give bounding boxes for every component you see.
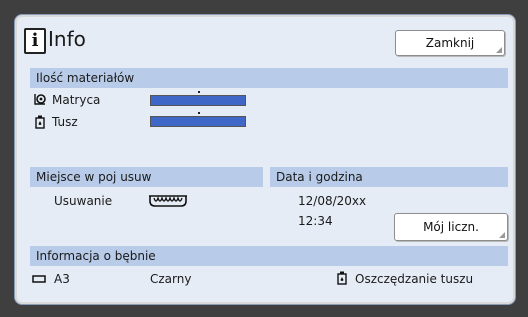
disposal-box-icon bbox=[149, 195, 187, 207]
drum-size: A3 bbox=[54, 272, 70, 286]
ink-level-fill bbox=[151, 117, 245, 126]
paper-size-icon bbox=[32, 275, 46, 283]
ink-level-bar bbox=[150, 116, 246, 127]
ink-level-marker bbox=[198, 112, 200, 114]
close-button-label: Zamknij bbox=[425, 36, 475, 50]
master-icon bbox=[34, 94, 46, 105]
ink-label: Tusz bbox=[52, 115, 78, 129]
page-title: Info bbox=[48, 27, 86, 51]
info-icon: i bbox=[24, 28, 46, 54]
drum-color: Czarny bbox=[150, 272, 192, 286]
master-level-bar bbox=[150, 95, 246, 106]
disposal-label: Usuwanie bbox=[54, 194, 113, 208]
my-counter-button-label: Mój liczn. bbox=[423, 220, 479, 234]
ink-saving-icon bbox=[337, 271, 347, 285]
time-value: 12:34 bbox=[298, 214, 333, 228]
my-counter-button[interactable]: Mój liczn. bbox=[394, 213, 508, 241]
ink-icon bbox=[35, 115, 45, 129]
close-button[interactable]: Zamknij bbox=[395, 30, 505, 56]
master-label: Matryca bbox=[52, 93, 101, 107]
drum-header: Informacja o bębnie bbox=[30, 246, 508, 266]
master-level-fill bbox=[151, 96, 245, 105]
datetime-header: Data i godzina bbox=[270, 167, 508, 187]
drum-mode: Oszczędzanie tuszu bbox=[355, 272, 474, 286]
materials-header: Ilość materiałów bbox=[30, 68, 508, 88]
master-level-marker bbox=[198, 91, 200, 93]
date-value: 12/08/20xx bbox=[298, 194, 367, 208]
button-corner-icon bbox=[496, 47, 502, 53]
button-corner-icon bbox=[499, 232, 505, 238]
disposal-header: Miejsce w poj usuw bbox=[30, 167, 263, 187]
